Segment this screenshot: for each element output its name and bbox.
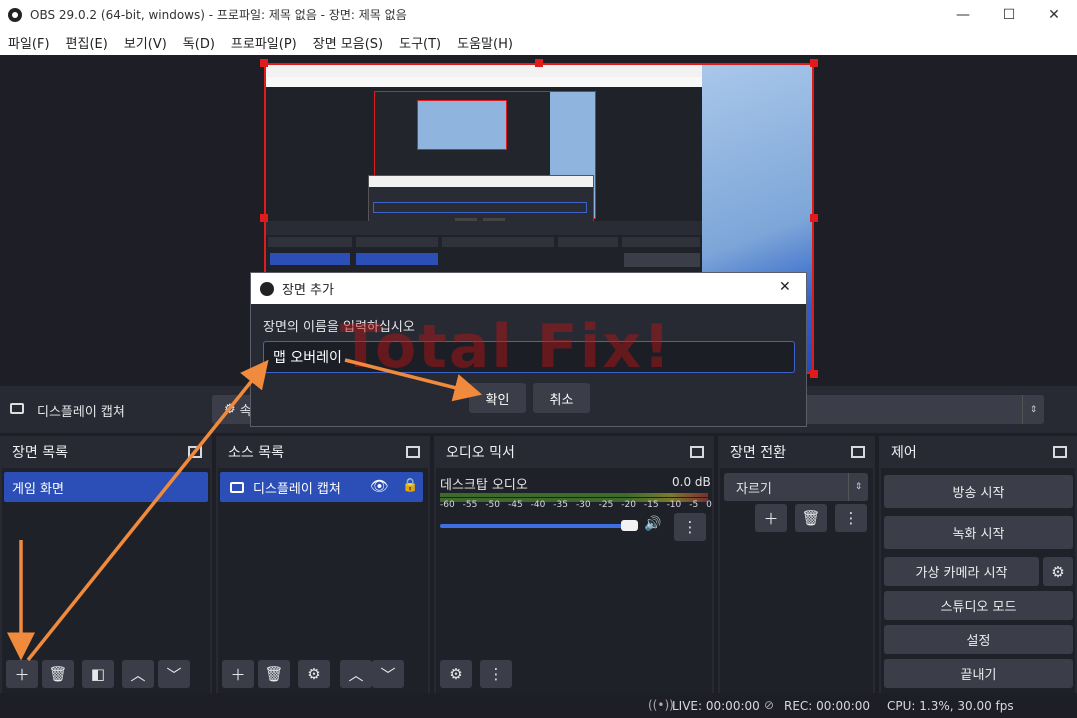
annotation-arrows xyxy=(7,358,483,662)
arrow-to-ok xyxy=(344,358,483,402)
arrow-to-input xyxy=(26,359,269,662)
